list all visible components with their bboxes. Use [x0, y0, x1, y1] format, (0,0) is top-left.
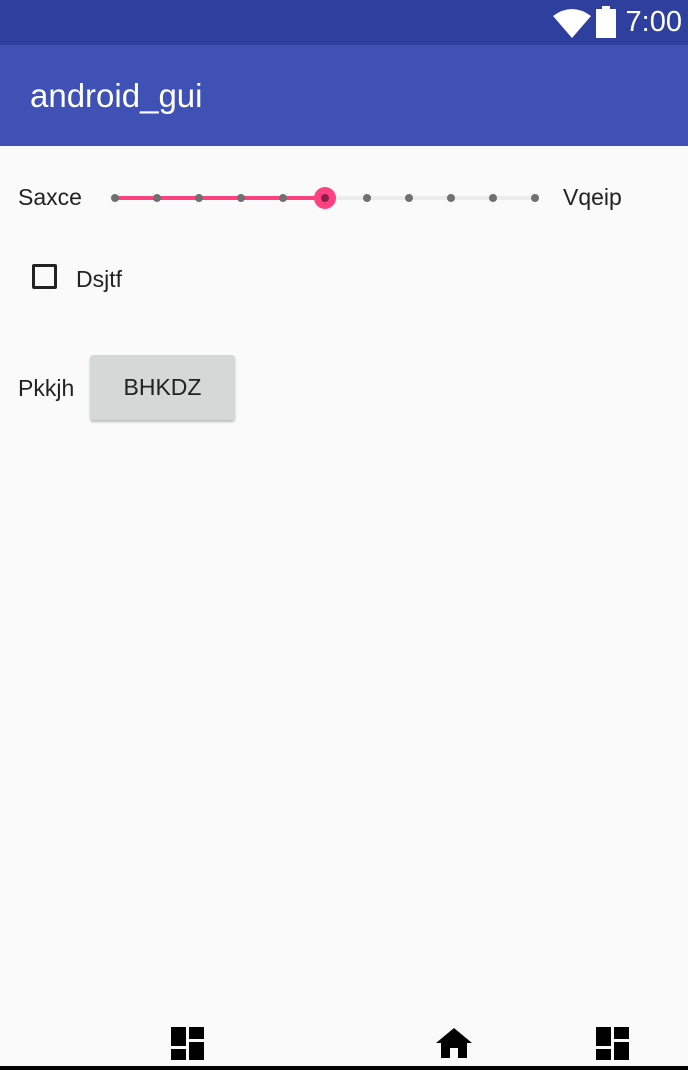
status-time: 7:00 [625, 6, 682, 38]
pkkjh-label: Pkkjh [18, 375, 75, 401]
slider-tick [195, 194, 203, 202]
battery-icon [596, 6, 616, 38]
slider-min-label: Saxce [18, 184, 82, 210]
dashboard-icon[interactable] [171, 1027, 204, 1060]
bhkdz-button[interactable]: BHKDZ [90, 355, 235, 420]
navigation-bar [0, 1066, 688, 1070]
slider-tick [405, 194, 413, 202]
slider-tick [153, 194, 161, 202]
slider-thumb[interactable] [314, 187, 336, 209]
dsjtf-checkbox[interactable] [32, 264, 57, 289]
slider-tick [531, 194, 539, 202]
slider-tick [279, 194, 287, 202]
slider-max-label: Vqeip [563, 184, 622, 210]
slider-tick [111, 194, 119, 202]
discrete-slider[interactable] [111, 186, 539, 210]
slider-tick [489, 194, 497, 202]
slider-tick [237, 194, 245, 202]
slider-tick [363, 194, 371, 202]
app-title: android_gui [30, 77, 203, 114]
home-icon[interactable] [436, 1027, 472, 1059]
slider-fill [115, 196, 325, 200]
slider-tick [447, 194, 455, 202]
dashboard-icon-right[interactable] [596, 1027, 629, 1060]
wifi-icon [553, 9, 591, 38]
app-bar: android_gui [0, 45, 688, 146]
status-bar: 7:00 [0, 0, 688, 45]
checkbox-label[interactable]: Dsjtf [76, 266, 122, 293]
